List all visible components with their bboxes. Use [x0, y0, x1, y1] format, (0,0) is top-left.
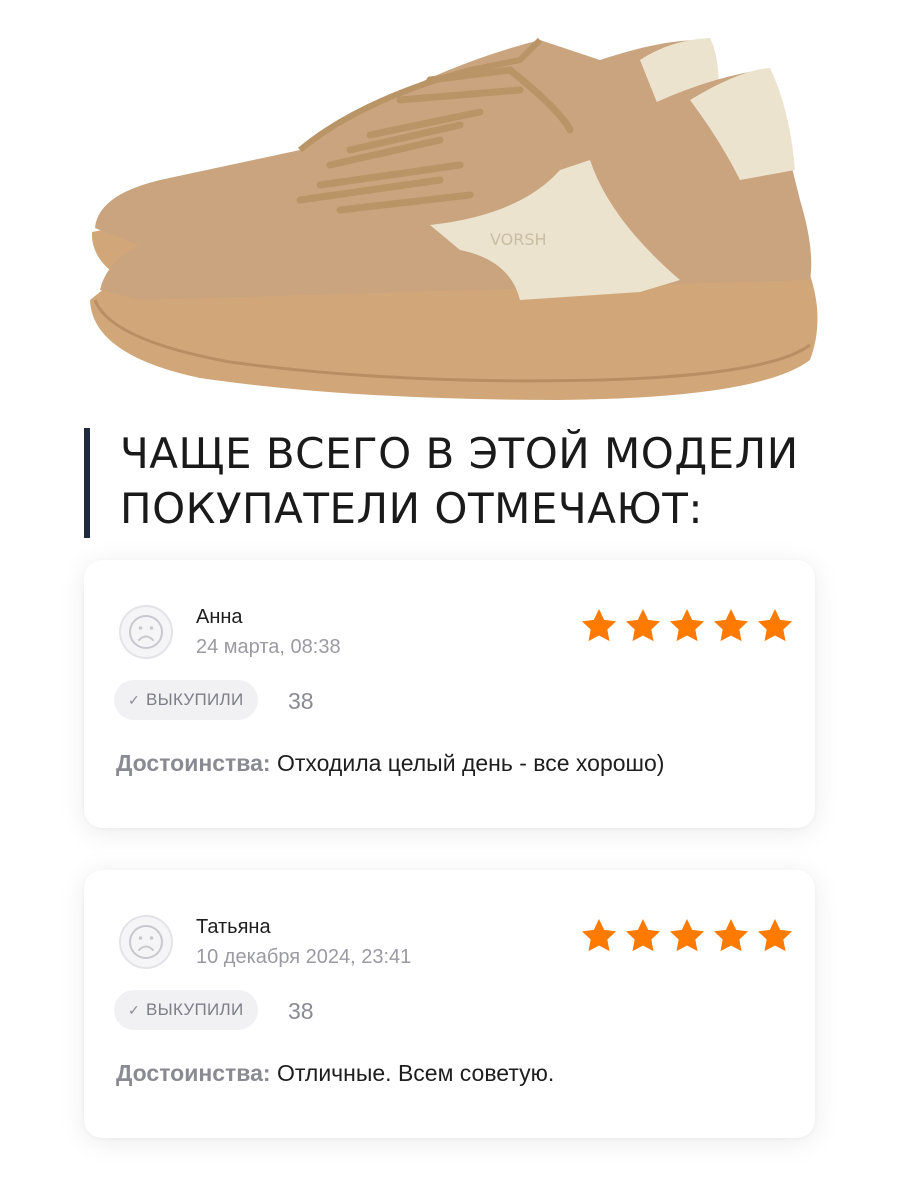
svg-text:VORSH: VORSH	[490, 230, 547, 249]
review-pros: Достоинства: Отличные. Всем советую.	[116, 1060, 554, 1087]
page: VORSH ЧАЩЕ ВСЕГО В ЭТОЙ МОДЕЛИ ПОКУПАТЕЛ…	[0, 0, 900, 1200]
size-value: 38	[288, 688, 314, 714]
star-icon	[758, 919, 792, 952]
sad-face-avatar-icon	[119, 605, 173, 659]
star-icon	[670, 919, 704, 952]
pros-label: Достоинства:	[116, 750, 271, 776]
heading-line-2: ПОКУПАТЕЛИ ОТМЕЧАЮТ:	[120, 484, 704, 533]
star-icon	[582, 919, 616, 952]
section-heading: ЧАЩЕ ВСЕГО В ЭТОЙ МОДЕЛИ ПОКУПАТЕЛИ ОТМЕ…	[120, 426, 880, 536]
purchased-badge-label: ВЫКУПИЛИ	[146, 1000, 244, 1019]
review-card: Анна 24 марта, 08:38 ✓ ВЫКУПИЛИ 38 Досто…	[84, 560, 815, 828]
heading-line-1: ЧАЩЕ ВСЕГО В ЭТОЙ МОДЕЛИ	[120, 429, 799, 478]
pros-text: Отличные. Всем советую.	[270, 1060, 555, 1086]
review-date: 24 марта, 08:38	[196, 636, 341, 658]
sad-face-avatar-icon	[119, 915, 173, 969]
pros-label: Достоинства:	[116, 1060, 271, 1086]
reviewer-name: Татьяна	[196, 916, 271, 938]
reviewer-name: Анна	[196, 606, 243, 628]
star-icon	[582, 609, 616, 642]
purchased-badge: ✓ ВЫКУПИЛИ	[114, 680, 258, 720]
star-rating	[579, 916, 795, 956]
purchased-badge-label: ВЫКУПИЛИ	[146, 690, 244, 709]
checkmark-icon: ✓	[128, 691, 141, 708]
product-image: VORSH	[90, 37, 818, 400]
checkmark-icon: ✓	[128, 1001, 141, 1018]
star-icon	[626, 919, 660, 952]
review-card: Татьяна 10 декабря 2024, 23:41 ✓ ВЫКУПИЛ…	[84, 870, 815, 1138]
star-icon	[714, 919, 748, 952]
star-icon	[714, 609, 748, 642]
purchased-badge: ✓ ВЫКУПИЛИ	[114, 990, 258, 1030]
star-icon	[670, 609, 704, 642]
size-value: 38	[288, 998, 314, 1024]
review-date: 10 декабря 2024, 23:41	[196, 946, 412, 968]
star-icon	[758, 609, 792, 642]
star-icon	[626, 609, 660, 642]
pros-text: Отходила целый день - все хорошо)	[270, 750, 665, 776]
star-rating	[579, 606, 795, 646]
heading-accent-bar	[84, 428, 90, 538]
review-pros: Достоинства: Отходила целый день - все х…	[116, 750, 664, 777]
